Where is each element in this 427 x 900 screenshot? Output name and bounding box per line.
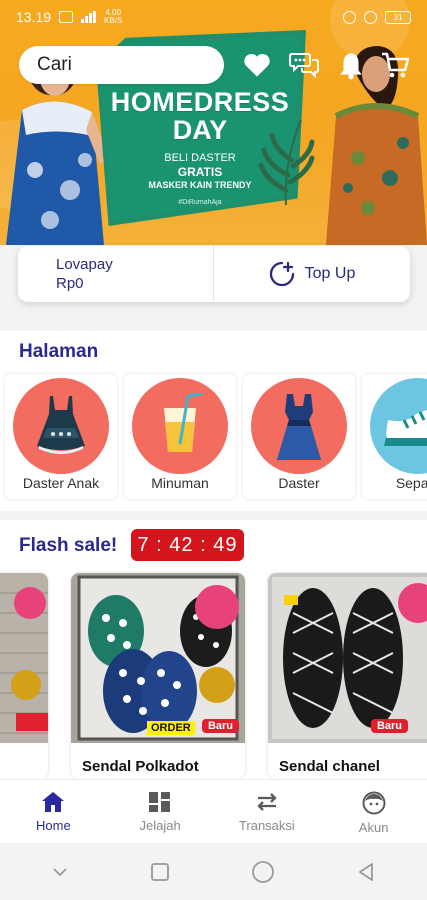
nav-label: Akun — [358, 820, 389, 835]
topup-label: Top Up — [304, 265, 356, 282]
search-placeholder: Cari — [37, 54, 72, 75]
wishlist-heart-icon[interactable] — [243, 52, 271, 78]
category-daster-anak[interactable]: Daster Anak — [5, 374, 117, 499]
product-image — [268, 573, 427, 743]
halaman-title: Halaman — [19, 341, 99, 362]
wallet-balance[interactable]: Lovapay Rp0 — [18, 246, 214, 302]
app-screen: HOMEDRESS DAY BELI DASTER GRATIS MASKER … — [0, 0, 427, 900]
polkadot-sandals-image — [77, 575, 239, 741]
model-right-image — [326, 46, 427, 245]
back-icon[interactable] — [356, 862, 376, 882]
product-card-sendal-polkadot[interactable]: ORDER Baru Sendal Polkadot — [71, 573, 245, 779]
new-badge: Baru — [201, 719, 239, 733]
banner-subtitle-line3: MASKER KAIN TRENDY — [148, 180, 252, 190]
status-time: 13.19 — [16, 9, 52, 25]
system-navigation-bar — [0, 843, 427, 900]
chat-icon[interactable] — [288, 48, 320, 80]
shoe-icon — [384, 409, 427, 446]
signal-icon — [81, 11, 97, 23]
nav-label: Jelajah — [139, 818, 181, 833]
banner-subtitle-line2: GRATIS — [177, 165, 223, 179]
chanel-sandals-image — [272, 577, 427, 739]
product-name: Sendal chanel — [279, 758, 380, 775]
category-label: Sepatu — [395, 475, 427, 491]
new-badge: Baru — [370, 719, 408, 733]
topup-button[interactable]: Top Up — [214, 246, 410, 302]
brick-wall-image — [0, 587, 48, 734]
bottom-navigation: Home Jelajah Transaksi Akun — [0, 779, 427, 843]
banner-title-line1: HOMEDRESS — [110, 87, 290, 117]
flash-sale-timer: 7 : 42 : 49 — [131, 529, 244, 561]
nav-label: Home — [36, 818, 71, 833]
topup-plus-icon — [269, 261, 294, 287]
banner-title-line2: DAY — [172, 115, 228, 145]
wallet-card: Lovapay Rp0 Top Up — [18, 246, 410, 302]
product-card-sendal-chanel[interactable]: Baru Sendal chanel — [268, 573, 427, 779]
status-bar: 13.19 4.00 KB/S 31 — [0, 0, 427, 34]
explore-grid-icon — [149, 792, 171, 812]
product-name: Sendal Polkadot — [82, 758, 199, 775]
category-label: Daster — [278, 475, 320, 491]
drink-icon — [164, 392, 203, 452]
product-card-partial[interactable] — [0, 573, 48, 779]
wifi-icon — [364, 10, 377, 24]
category-daster[interactable]: Daster — [243, 374, 355, 499]
nav-jelajah[interactable]: Jelajah — [107, 780, 214, 843]
account-face-icon — [362, 791, 386, 815]
home-icon — [42, 792, 65, 812]
flash-sale-title: Flash sale! — [19, 535, 118, 556]
banner-hashtag: #DiRumahAja — [178, 199, 222, 206]
alarm-icon — [343, 10, 356, 24]
category-label: Minuman — [151, 475, 209, 491]
wallet-amount: Rp0 — [56, 275, 84, 292]
promo-banner[interactable]: HOMEDRESS DAY BELI DASTER GRATIS MASKER … — [0, 0, 427, 245]
dress-icon — [277, 394, 321, 460]
home-button-icon[interactable] — [251, 860, 275, 884]
cart-icon[interactable] — [380, 50, 410, 80]
recent-apps-icon[interactable] — [150, 862, 170, 882]
order-badge: ORDER — [147, 721, 195, 735]
product-image — [71, 573, 245, 743]
notification-bell-icon[interactable] — [338, 50, 364, 80]
battery-icon: 31 — [385, 10, 411, 24]
nav-home[interactable]: Home — [0, 780, 107, 843]
sim-icon — [59, 11, 74, 23]
nav-transaksi[interactable]: Transaksi — [214, 780, 321, 843]
banner-subtitle-line1: BELI DASTER — [164, 152, 236, 164]
wallet-name: Lovapay — [56, 256, 113, 273]
collapse-chevron-icon[interactable] — [51, 866, 69, 878]
search-input[interactable]: Cari — [19, 46, 224, 84]
category-sepatu[interactable]: Sepatu — [362, 374, 427, 499]
product-image — [0, 573, 48, 743]
nav-label: Transaksi — [238, 818, 295, 833]
battery-level: 31 — [393, 12, 403, 22]
kids-dress-icon — [37, 396, 85, 454]
network-rate: 4.00 KB/S — [104, 8, 123, 25]
nav-akun[interactable]: Akun — [320, 780, 427, 843]
transaction-arrows-icon — [257, 793, 277, 811]
category-label: Daster Anak — [22, 475, 100, 491]
banner-text: HOMEDRESS DAY BELI DASTER GRATIS MASKER … — [100, 88, 300, 206]
category-minuman[interactable]: Minuman — [124, 374, 236, 499]
